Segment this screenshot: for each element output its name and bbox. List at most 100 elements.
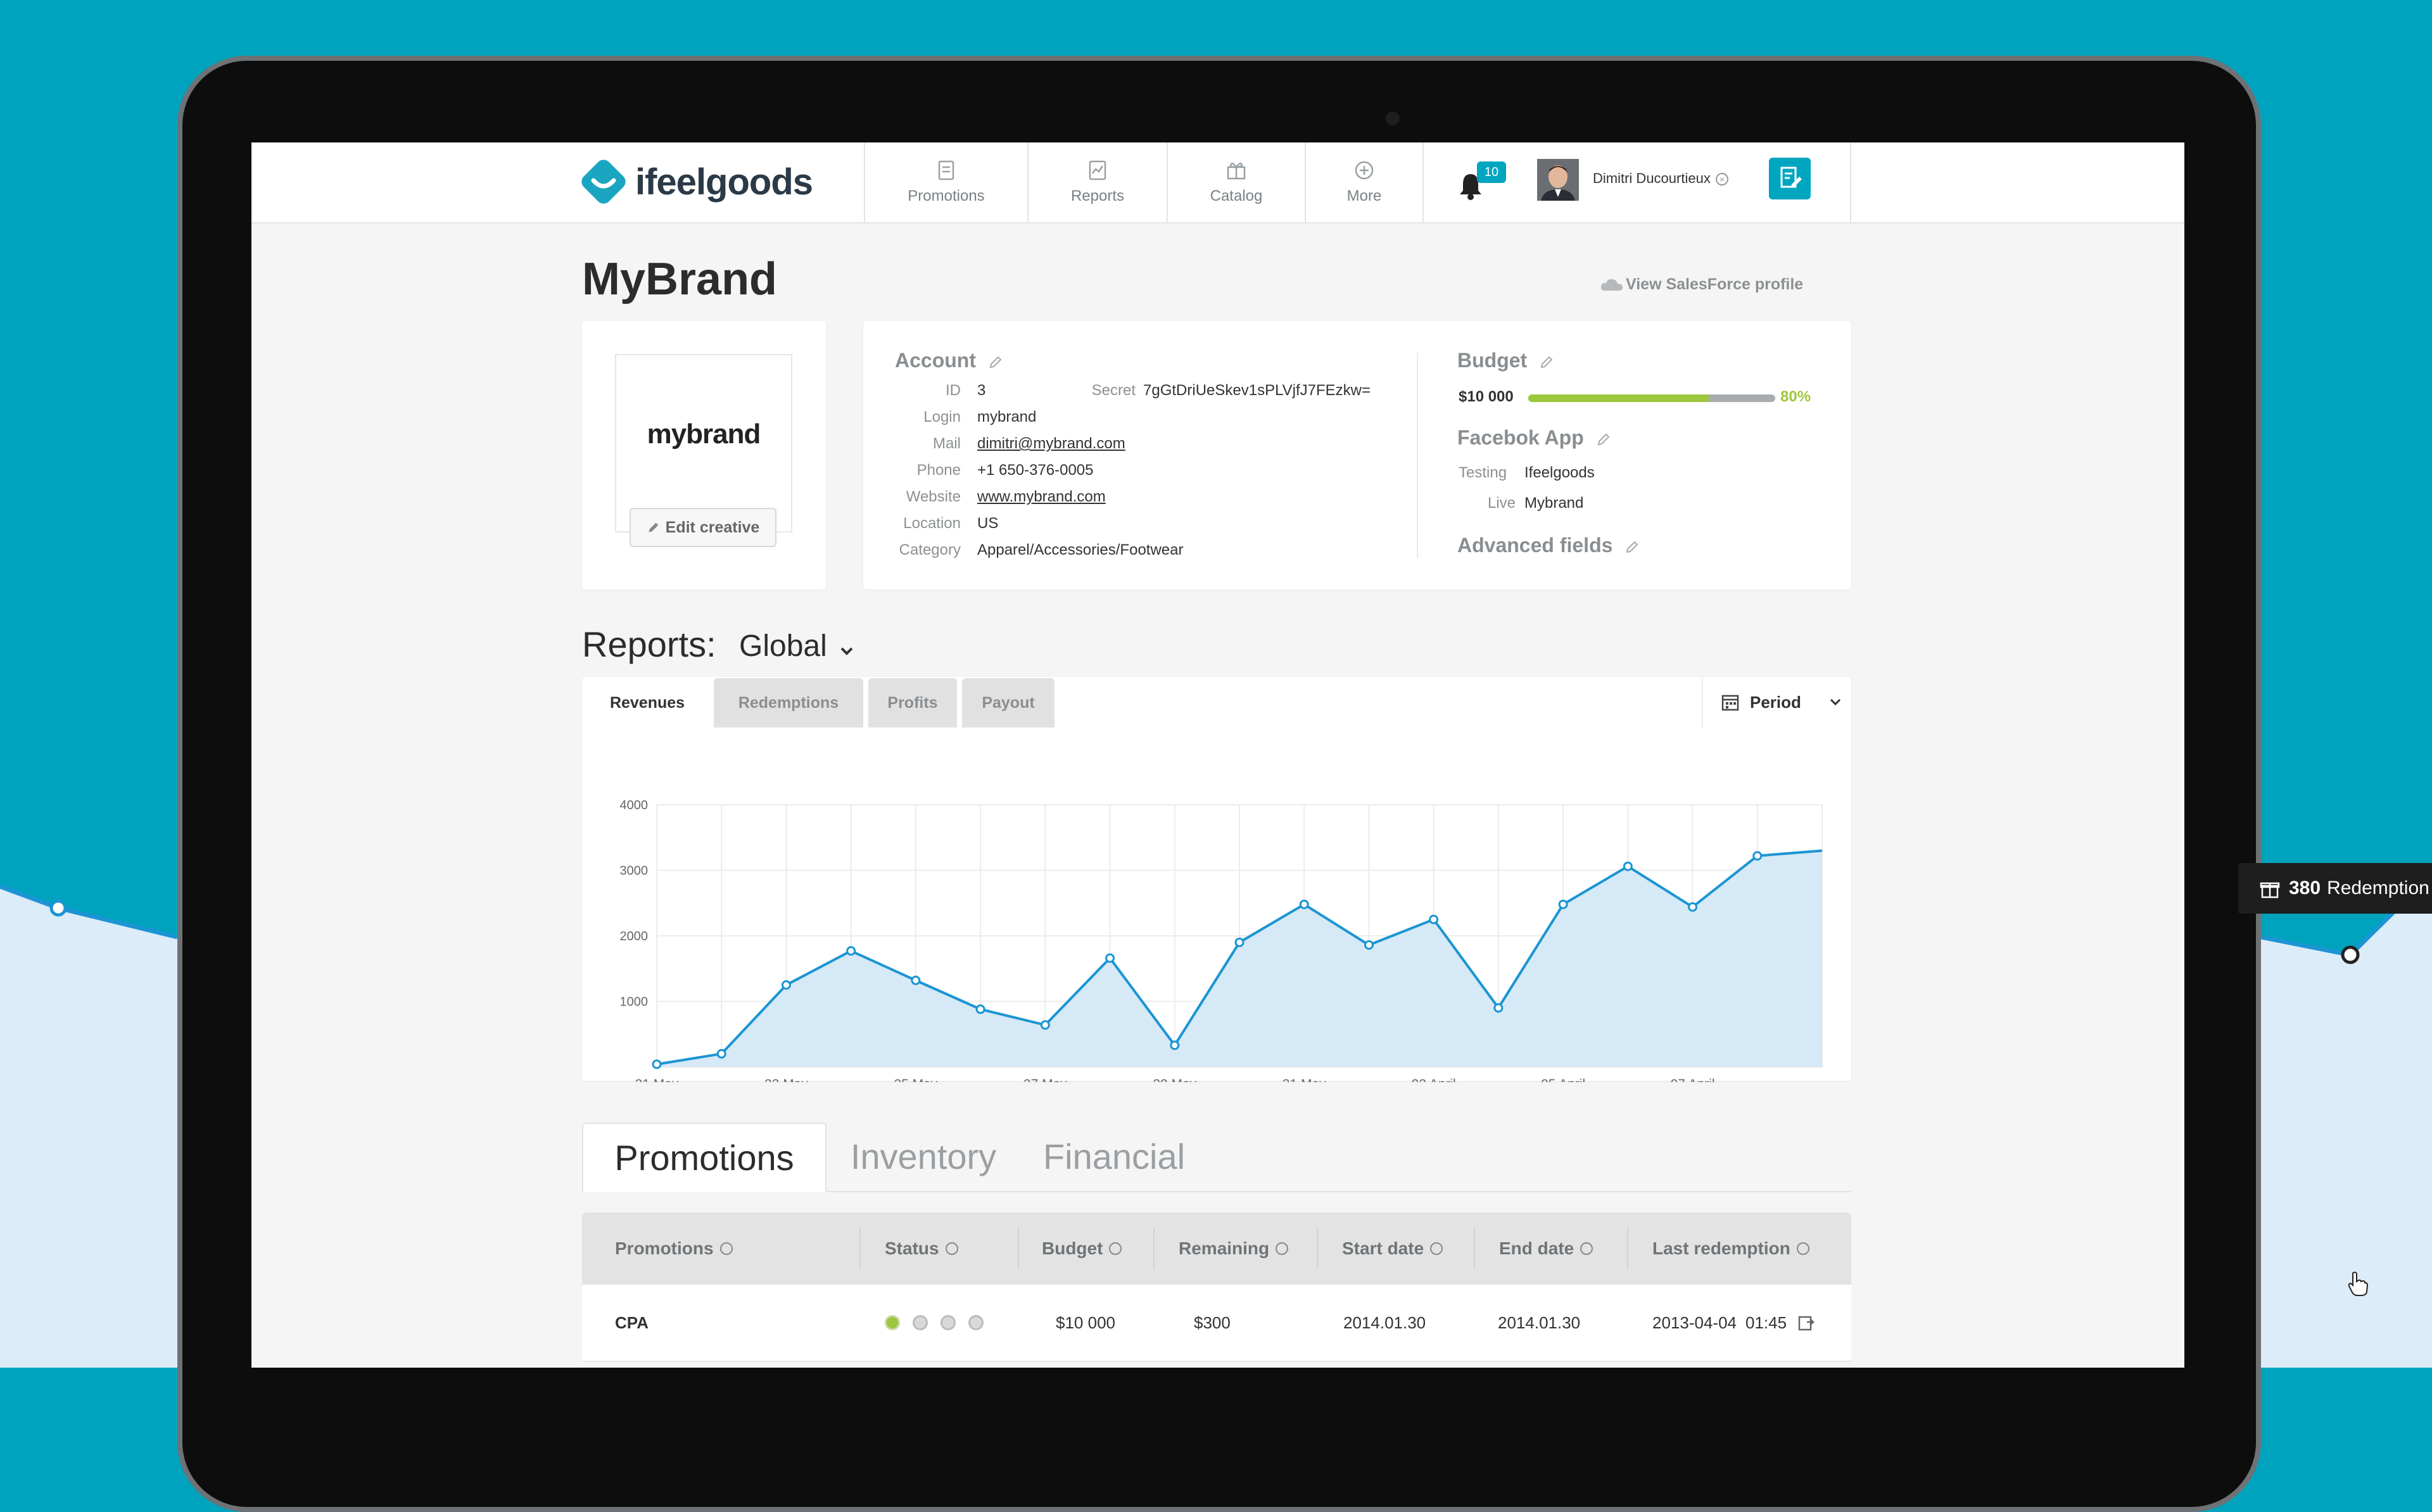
x-tick-label: 21 May bbox=[635, 1077, 679, 1082]
col-end-date-label: End date bbox=[1499, 1238, 1574, 1258]
col-remaining[interactable]: Remaining bbox=[1179, 1213, 1289, 1285]
catalog-icon bbox=[1227, 162, 1246, 180]
x-tick-label: 27 May bbox=[1023, 1077, 1067, 1082]
account-title: Account bbox=[895, 349, 976, 372]
data-point bbox=[975, 1004, 985, 1014]
more-icon bbox=[1355, 161, 1374, 180]
edit-advanced-icon[interactable] bbox=[1624, 539, 1640, 555]
nav-promotions[interactable]: Promotions bbox=[864, 142, 1027, 222]
reports-chart-card: Revenues Redemptions Profits Payout Peri… bbox=[582, 677, 1852, 1082]
x-tick-label: 25 May bbox=[894, 1077, 937, 1082]
phone-value: +1 650-376-0005 bbox=[977, 462, 1094, 479]
sort-icon bbox=[1276, 1242, 1289, 1255]
app-screen: ifeelgoods Promotions Reports Catalog Mo… bbox=[251, 142, 2184, 1368]
hand-cursor-icon bbox=[2348, 1271, 2369, 1296]
budget-amount: $10 000 bbox=[1459, 388, 1514, 405]
table-row[interactable]: CPA $10 000 $300 2014.01.30 2014.01.30 2… bbox=[582, 1285, 1851, 1362]
status-dot[interactable] bbox=[968, 1315, 984, 1330]
y-tick-label: 1000 bbox=[620, 995, 649, 1009]
col-promotions-label: Promotions bbox=[615, 1238, 714, 1258]
live-value: Mybrand bbox=[1524, 495, 1584, 512]
sort-icon bbox=[1109, 1242, 1122, 1255]
reports-scope-label: Global bbox=[739, 629, 827, 663]
data-point bbox=[781, 980, 791, 990]
nav-reports[interactable]: Reports bbox=[1027, 142, 1167, 222]
user-name[interactable]: Dimitri Ducourtieux bbox=[1593, 170, 1711, 187]
edit-creative-label: Edit creative bbox=[665, 518, 760, 536]
x-tick-label: 02 April bbox=[1412, 1077, 1456, 1082]
pencil-icon bbox=[649, 522, 658, 532]
reports-scope-dropdown[interactable]: Global bbox=[739, 629, 854, 664]
data-point bbox=[1623, 861, 1633, 871]
cloud-icon bbox=[1600, 279, 1623, 291]
sort-icon bbox=[1580, 1242, 1593, 1255]
status-dot-active[interactable] bbox=[885, 1315, 900, 1330]
tab-redemptions[interactable]: Redemptions bbox=[714, 678, 863, 728]
export-icon[interactable] bbox=[1797, 1313, 1816, 1332]
advanced-section-title: Advanced fields bbox=[1457, 534, 1640, 557]
data-point bbox=[1429, 914, 1439, 924]
period-chevron-icon bbox=[1830, 698, 1840, 706]
col-end-date[interactable]: End date bbox=[1499, 1213, 1593, 1285]
data-point bbox=[1752, 851, 1763, 861]
avatar[interactable] bbox=[1537, 159, 1579, 201]
col-promotions[interactable]: Promotions bbox=[615, 1213, 733, 1285]
brand-logo[interactable]: ifeelgoods bbox=[581, 156, 813, 207]
promotion-end-date: 2014.01.30 bbox=[1498, 1313, 1581, 1332]
calendar-icon bbox=[1721, 695, 1739, 711]
tooltip-count: 380 bbox=[2289, 878, 2321, 898]
mail-link[interactable]: dimitri@mybrand.com bbox=[977, 435, 1125, 453]
col-separator bbox=[1018, 1228, 1019, 1269]
data-point bbox=[1558, 899, 1568, 909]
notification-badge: 10 bbox=[1477, 161, 1506, 183]
info-divider bbox=[1417, 353, 1418, 558]
col-last-redemption[interactable]: Last redemption bbox=[1652, 1213, 1809, 1285]
edit-account-icon[interactable] bbox=[988, 355, 1003, 370]
category-value: Apparel/Accessories/Footwear bbox=[977, 541, 1184, 558]
status-dot[interactable] bbox=[940, 1315, 956, 1330]
id-label: ID bbox=[946, 382, 961, 399]
y-tick-label: 4000 bbox=[620, 798, 649, 812]
compose-button[interactable] bbox=[1769, 158, 1811, 199]
website-link[interactable]: www.mybrand.com bbox=[977, 488, 1106, 506]
budget-progress-fill bbox=[1528, 394, 1709, 402]
col-remaining-label: Remaining bbox=[1179, 1238, 1270, 1258]
col-status[interactable]: Status bbox=[885, 1213, 958, 1285]
data-point bbox=[652, 1059, 662, 1069]
col-separator bbox=[859, 1228, 861, 1269]
x-tick-label: 31 May bbox=[1282, 1077, 1326, 1082]
chevron-down-icon bbox=[840, 647, 853, 655]
mail-label: Mail bbox=[932, 435, 961, 452]
reports-title: Reports: bbox=[582, 624, 716, 664]
location-value: US bbox=[977, 515, 999, 532]
top-navigation-bar: ifeelgoods Promotions Reports Catalog Mo… bbox=[251, 142, 2184, 224]
tab-inventory[interactable]: Inventory bbox=[838, 1123, 1009, 1190]
col-budget[interactable]: Budget bbox=[1042, 1213, 1122, 1285]
nav-reports-label: Reports bbox=[1070, 187, 1125, 205]
facebook-title: Facebok App bbox=[1457, 426, 1584, 449]
nav-promotions-label: Promotions bbox=[908, 187, 985, 205]
promotion-name[interactable]: CPA bbox=[615, 1285, 649, 1361]
col-start-date[interactable]: Start date bbox=[1342, 1213, 1443, 1285]
testing-value: Ifeelgoods bbox=[1524, 464, 1595, 481]
salesforce-profile-link[interactable]: View SalesForce profile bbox=[1626, 275, 1803, 294]
facebook-section-title: Facebok App bbox=[1457, 426, 1611, 450]
topbar-divider bbox=[1850, 142, 1851, 222]
edit-budget-icon[interactable] bbox=[1539, 355, 1554, 370]
edit-creative-button[interactable]: Edit creative bbox=[630, 508, 776, 547]
nav-more[interactable]: More bbox=[1305, 142, 1424, 222]
nav-catalog[interactable]: Catalog bbox=[1167, 142, 1305, 222]
edit-facebook-icon[interactable] bbox=[1596, 432, 1611, 447]
secret-value: 7gGtDriUeSkev1sPLVjfJ7FEzkw= bbox=[1143, 382, 1371, 399]
tab-payout[interactable]: Payout bbox=[962, 678, 1054, 728]
logo-text: ifeelgoods bbox=[635, 161, 813, 203]
tab-revenues[interactable]: Revenues bbox=[585, 678, 710, 728]
status-dot[interactable] bbox=[913, 1315, 928, 1330]
tab-promotions[interactable]: Promotions bbox=[582, 1123, 826, 1192]
data-point bbox=[1299, 899, 1309, 909]
logout-icon[interactable]: × bbox=[1716, 173, 1728, 186]
period-selector[interactable]: Period bbox=[1702, 677, 1852, 728]
redemption-tooltip: 380 Redemption bbox=[2238, 863, 2432, 914]
tab-profits[interactable]: Profits bbox=[868, 678, 957, 728]
tab-financial[interactable]: Financial bbox=[1025, 1123, 1203, 1190]
